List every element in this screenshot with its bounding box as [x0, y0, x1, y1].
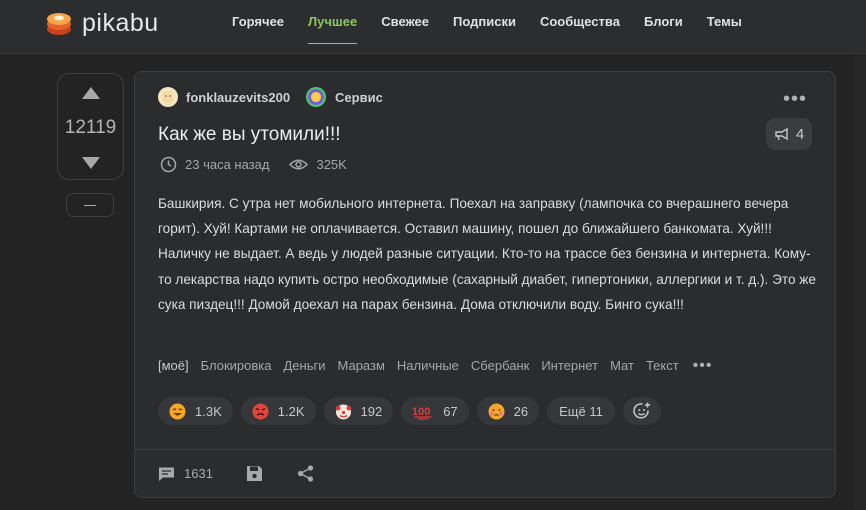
post-title[interactable]: Как же вы утомили!!! [158, 124, 341, 146]
reaction-laughing[interactable]: 1.3K [158, 397, 233, 425]
logo-text: pikabu [82, 8, 159, 37]
post-time: 23 часа назад [185, 157, 270, 172]
tag-item[interactable]: Блокировка [201, 358, 272, 373]
tag-item[interactable]: Мат [610, 358, 634, 373]
tag-item[interactable]: Сбербанк [471, 358, 529, 373]
card-divider [135, 449, 835, 450]
pikabu-logo-icon [47, 13, 71, 35]
add-emoji-icon [633, 402, 650, 419]
comments-count: 1631 [184, 466, 213, 481]
more-reactions-button[interactable]: Ещё 11 [547, 397, 615, 425]
megaphone-icon [775, 127, 788, 141]
post-views: 325K [316, 157, 347, 172]
page-scrollbar[interactable] [854, 54, 866, 510]
community-name[interactable]: Сервис [335, 90, 383, 105]
nav-hot[interactable]: Горячее [220, 0, 296, 54]
tag-item[interactable]: Наличные [397, 358, 459, 373]
share-button[interactable] [297, 465, 314, 482]
reaction-angry[interactable]: 1.2K [240, 397, 316, 425]
vote-panel: 12119 [57, 73, 124, 180]
post-meta: 23 часа назад 325K [160, 156, 347, 173]
upvote-arrow-icon[interactable] [80, 86, 102, 100]
top-header: pikabu Горячее Лучшее Свежее Подписки Со… [0, 0, 866, 54]
tag-item[interactable]: Деньги [284, 358, 326, 373]
clock-icon [160, 156, 177, 173]
angry-emoji-icon [252, 403, 269, 419]
add-reaction-button[interactable] [622, 397, 661, 425]
share-icon [297, 465, 314, 482]
hundred-emoji-icon: 100 [412, 406, 433, 420]
comments-pill[interactable]: 4 [766, 118, 812, 150]
svg-text:100: 100 [412, 406, 430, 418]
sad-emoji-icon [488, 403, 505, 419]
nav-topics[interactable]: Темы [695, 0, 754, 54]
community-avatar[interactable] [306, 87, 327, 107]
main-nav: Горячее Лучшее Свежее Подписки Сообществ… [220, 0, 754, 54]
nav-communities[interactable]: Сообщества [528, 0, 632, 54]
tags-row: [моё] Блокировка Деньги Маразм Наличные … [158, 357, 713, 373]
reaction-count: 1.2K [277, 403, 305, 419]
reaction-clown[interactable]: 192 [323, 397, 394, 425]
post-author-row: fonklauzevits200 Сервис [158, 87, 383, 107]
post-card: fonklauzevits200 Сервис ••• Как же вы ут… [134, 71, 836, 498]
floppy-save-icon [246, 466, 262, 481]
avatar-face-icon [162, 91, 174, 103]
reaction-hundred[interactable]: 100 67 [401, 397, 469, 425]
comments-button[interactable]: 1631 [158, 466, 213, 482]
reaction-count: 67 [443, 403, 458, 419]
author-name[interactable]: fonklauzevits200 [186, 90, 290, 105]
nav-subscriptions[interactable]: Подписки [441, 0, 528, 54]
save-button[interactable] [246, 465, 263, 482]
laughing-emoji-icon [169, 403, 186, 419]
post-menu-dots-icon[interactable]: ••• [783, 89, 807, 109]
tag-item[interactable]: Маразм [338, 358, 385, 373]
minus-button[interactable] [66, 193, 114, 217]
comment-icon [159, 467, 174, 481]
nav-best[interactable]: Лучшее [296, 0, 369, 54]
user-avatar[interactable] [158, 87, 178, 107]
nav-fresh[interactable]: Свежее [369, 0, 441, 54]
reactions-row: 1.3K 1.2K 192 100 67 26 Ещё 11 [158, 397, 661, 425]
tags-more-dots-icon[interactable]: ••• [693, 357, 713, 373]
tag-item[interactable]: Интернет [541, 358, 598, 373]
reaction-count: 1.3K [195, 403, 222, 419]
reaction-sad[interactable]: 26 [476, 397, 540, 425]
minus-icon [84, 205, 96, 206]
reaction-count: 192 [360, 403, 383, 419]
comments-pill-count: 4 [795, 125, 805, 143]
nav-blogs[interactable]: Блоги [632, 0, 695, 54]
tag-item[interactable]: [моё] [158, 358, 189, 373]
clown-emoji-icon [335, 404, 351, 419]
post-body: Башкирия. С утра нет мобильного интернет… [158, 196, 816, 312]
eye-icon [289, 159, 309, 170]
reaction-count: 26 [513, 403, 529, 419]
downvote-arrow-icon[interactable] [80, 156, 102, 170]
rating-count: 12119 [64, 117, 117, 138]
tag-item[interactable]: Текст [646, 358, 679, 373]
post-footer: 1631 [158, 465, 314, 482]
pikabu-logo[interactable]: pikabu [44, 8, 159, 38]
